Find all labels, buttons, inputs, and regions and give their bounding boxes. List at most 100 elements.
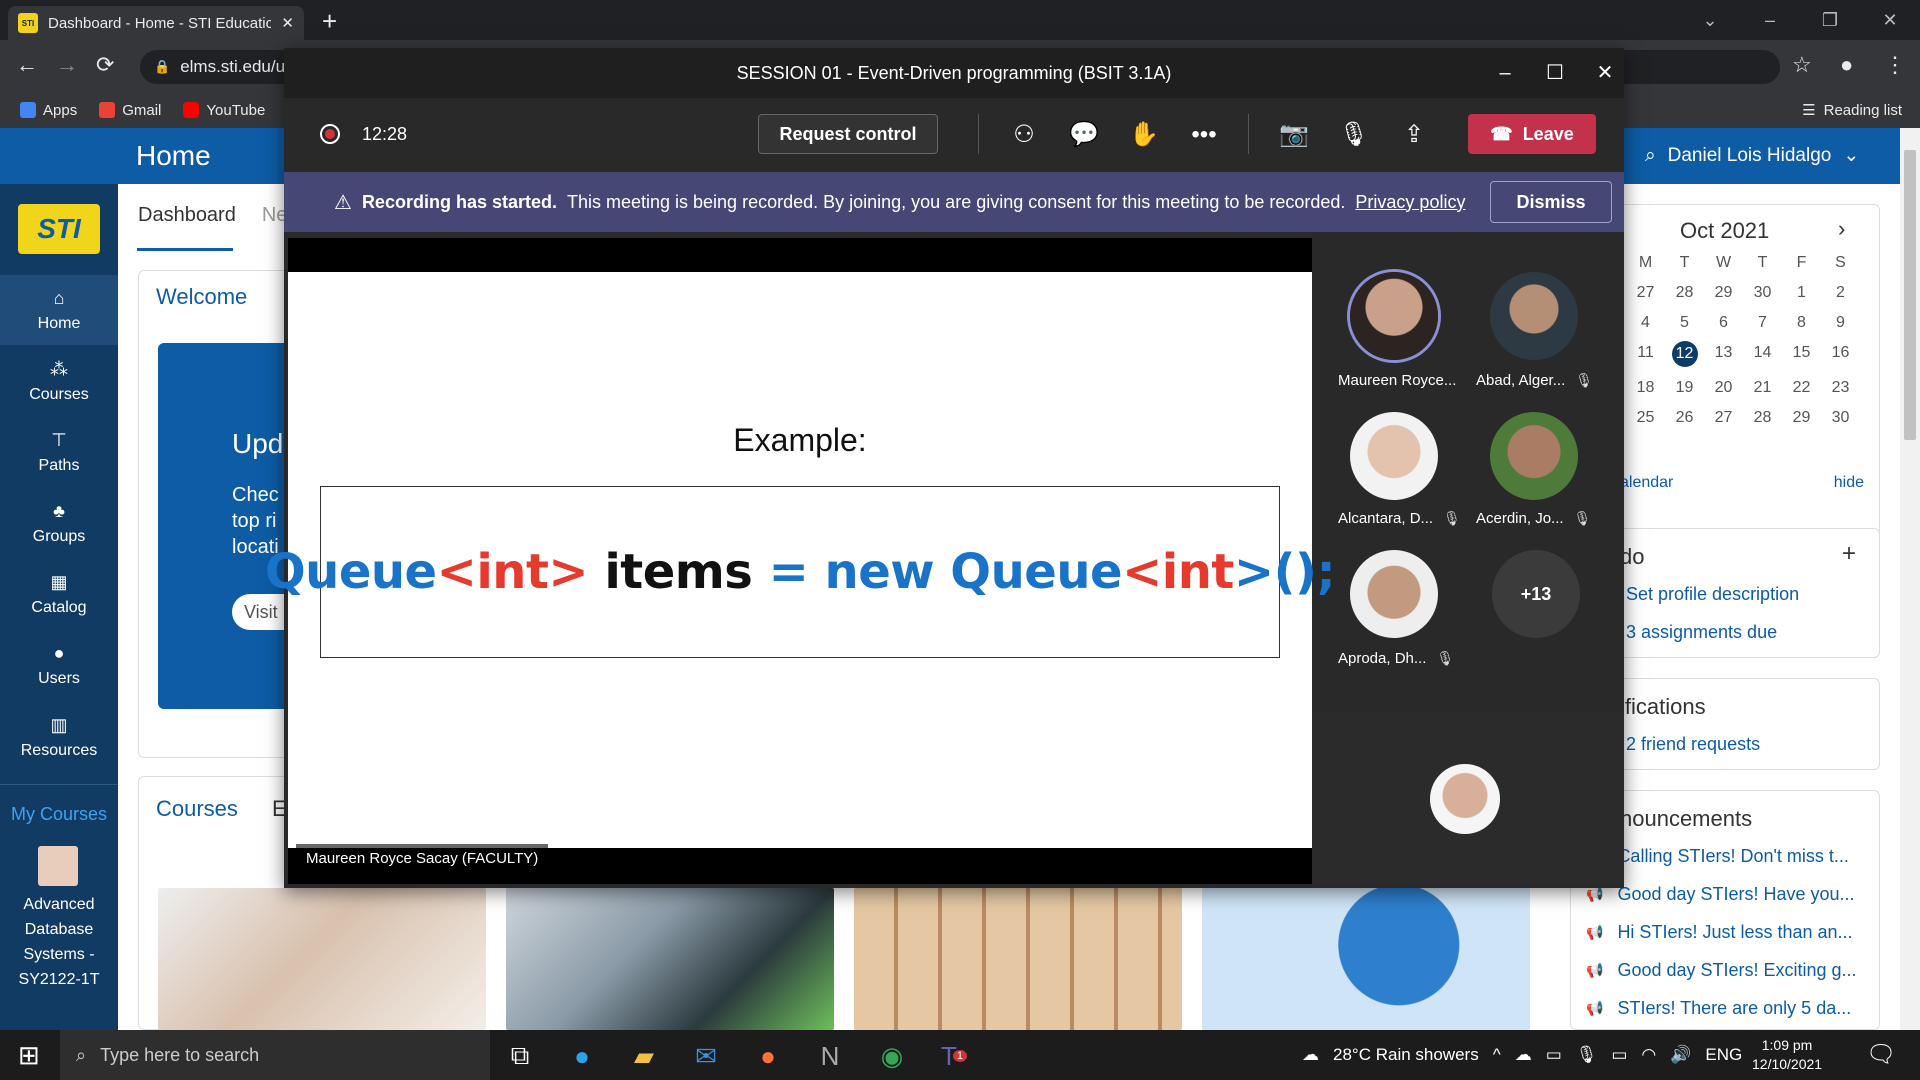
taskbar-search[interactable]: ⌕ Type here to search (60, 1030, 490, 1080)
more-options-icon[interactable]: ••• (1186, 118, 1222, 152)
scrollbar-thumb[interactable] (1904, 150, 1916, 440)
dismiss-button[interactable]: Dismiss (1490, 181, 1612, 223)
request-control-button[interactable]: Request control (758, 114, 938, 154)
self-avatar[interactable] (1430, 764, 1500, 834)
calendar-day[interactable]: 4 (1626, 314, 1665, 332)
calendar-day[interactable]: 27 (1704, 409, 1743, 427)
file-explorer-icon[interactable]: ▰ (626, 1038, 662, 1074)
calendar-day[interactable]: 11 (1626, 344, 1665, 367)
calendar-day[interactable]: 14 (1743, 344, 1782, 367)
task-view-icon[interactable]: ⧉ (502, 1038, 538, 1074)
announcement-item[interactable]: 📢Calling STIers! Don't miss t... (1586, 846, 1849, 867)
chevron-right-icon[interactable]: › (1838, 216, 1845, 242)
sidebar-item-resources[interactable]: ▥ Resources (0, 702, 118, 772)
announcement-item[interactable]: 📢 STIers! There are only 5 da... (1586, 998, 1851, 1019)
onedrive-icon[interactable]: ☁ (1515, 1045, 1532, 1065)
calendar-day[interactable]: 29 (1782, 409, 1821, 427)
todo-item[interactable]: 3 assignments due (1626, 622, 1777, 643)
weather-text[interactable]: 28°C Rain showers (1333, 1045, 1479, 1065)
calendar-day[interactable]: 30 (1821, 409, 1860, 427)
notion-icon[interactable]: N (812, 1038, 848, 1074)
calendar-day[interactable]: 13 (1704, 344, 1743, 367)
calendar-day[interactable]: 5 (1665, 314, 1704, 332)
sidebar-item-users[interactable]: ● Users (0, 630, 118, 700)
calendar-link[interactable]: alendar (1620, 474, 1673, 492)
calendar-day[interactable]: 6 (1704, 314, 1743, 332)
announcement-item[interactable]: 📢 Good day STIers! Exciting g... (1586, 960, 1857, 981)
participants-icon[interactable]: ⚇ (1006, 118, 1042, 152)
windows-start-icon[interactable]: ⊞ (18, 1040, 40, 1071)
user-menu[interactable]: ⌕ Daniel Lois Hidalgo ⌄ (1645, 144, 1859, 167)
sidebar-item-courses[interactable]: ⁂ Courses (0, 346, 118, 416)
calendar-day[interactable]: 26 (1665, 409, 1704, 427)
calendar-day[interactable]: 30 (1743, 284, 1782, 302)
calendar-day[interactable]: 25 (1626, 409, 1665, 427)
close-window-icon[interactable]: ✕ (1860, 0, 1920, 40)
mic-icon[interactable]: 🎙 (1576, 1045, 1598, 1065)
sti-logo[interactable]: STI (18, 204, 100, 254)
calendar-day[interactable]: 20 (1704, 379, 1743, 397)
battery-icon[interactable]: ▭ (1611, 1045, 1627, 1065)
calendar-day[interactable]: 28 (1743, 409, 1782, 427)
minimize-icon[interactable]: – (1740, 0, 1800, 40)
notification-center-icon[interactable]: 🗨 (1866, 1040, 1896, 1069)
todo-item[interactable]: Set profile description (1626, 584, 1799, 605)
announcement-item[interactable]: 📢 Good day STIers! Have you... (1586, 884, 1855, 905)
participant-avatar[interactable] (1350, 412, 1438, 500)
notification-item[interactable]: 2 friend requests (1626, 734, 1760, 755)
sidebar-item-paths[interactable]: ⊤ Paths (0, 417, 118, 487)
chevron-up-icon[interactable]: ^ (1493, 1045, 1501, 1065)
restore-icon[interactable]: ❐ (1800, 0, 1860, 40)
leave-button[interactable]: ☎ Leave (1468, 114, 1596, 154)
share-screen-icon[interactable]: ⇪ (1396, 118, 1432, 152)
sidebar-course-item[interactable]: Advanced Database Systems - SY2122-1T (0, 892, 118, 992)
mail-icon[interactable]: ✉ (688, 1038, 724, 1074)
bookmark-star-icon[interactable]: ☆ (1792, 52, 1812, 78)
forward-icon[interactable]: → (56, 52, 78, 78)
calendar-day[interactable]: 7 (1743, 314, 1782, 332)
calendar-day[interactable]: 15 (1782, 344, 1821, 367)
more-participants-button[interactable]: +13 (1492, 550, 1580, 638)
announcement-item[interactable]: 📢 Hi STIers! Just less than an... (1586, 922, 1853, 943)
course-thumbnail[interactable] (854, 888, 1182, 1030)
chrome-menu-icon[interactable]: ⋮ (1884, 52, 1906, 78)
device-icon[interactable]: ▭ (1546, 1045, 1562, 1065)
profile-down-icon[interactable]: ⌄ (1680, 0, 1740, 40)
teams-icon[interactable]: T1 (936, 1038, 972, 1074)
course-thumbnail[interactable] (506, 888, 834, 1030)
calendar-day[interactable]: 18 (1626, 379, 1665, 397)
camera-off-icon[interactable]: 📷 (1276, 118, 1312, 152)
sidebar-item-home[interactable]: ⌂ Home (0, 275, 118, 345)
course-thumbnail[interactable] (1202, 888, 1530, 1030)
sidebar-item-groups[interactable]: ♣ Groups (0, 488, 118, 558)
participant-avatar[interactable] (1490, 272, 1578, 360)
minimize-icon[interactable]: – (1480, 48, 1530, 98)
hide-link[interactable]: hide (1834, 474, 1864, 492)
my-courses-heading[interactable]: My Courses (0, 804, 118, 825)
participant-avatar[interactable] (1350, 550, 1438, 638)
calendar-day[interactable]: 22 (1782, 379, 1821, 397)
browser-tab[interactable]: STI Dashboard - Home - STI Educatic ✕ (8, 6, 304, 40)
participant-avatar[interactable] (1350, 272, 1438, 360)
reading-list[interactable]: ☰ Reading list (1802, 92, 1902, 128)
add-icon[interactable]: + (1842, 540, 1856, 568)
firefox-icon[interactable]: ● (750, 1038, 786, 1074)
bookmark-gmail[interactable]: Gmail (99, 102, 161, 119)
calendar-day[interactable]: 29 (1704, 284, 1743, 302)
reload-icon[interactable]: ⟳ (96, 52, 114, 78)
chrome-icon[interactable]: ◉ (874, 1038, 910, 1074)
tab-dashboard[interactable]: Dashboard (138, 204, 236, 227)
mic-off-icon[interactable]: 🎙 (1336, 118, 1372, 152)
bookmark-apps[interactable]: Apps (20, 102, 77, 119)
calendar-today[interactable]: 12 (1671, 341, 1698, 367)
volume-icon[interactable]: 🔊 (1670, 1045, 1691, 1065)
course-thumbnail[interactable] (158, 888, 486, 1030)
bookmark-youtube[interactable]: YouTube (183, 102, 265, 119)
language-indicator[interactable]: ENG (1705, 1045, 1742, 1065)
reactions-icon[interactable]: ✋ (1126, 118, 1162, 152)
calendar-day[interactable]: 28 (1665, 284, 1704, 302)
edge-icon[interactable]: ● (564, 1038, 600, 1074)
back-icon[interactable]: ← (16, 52, 38, 78)
profile-icon[interactable]: ● (1840, 52, 1853, 78)
search-icon[interactable]: ⌕ (1645, 145, 1656, 167)
